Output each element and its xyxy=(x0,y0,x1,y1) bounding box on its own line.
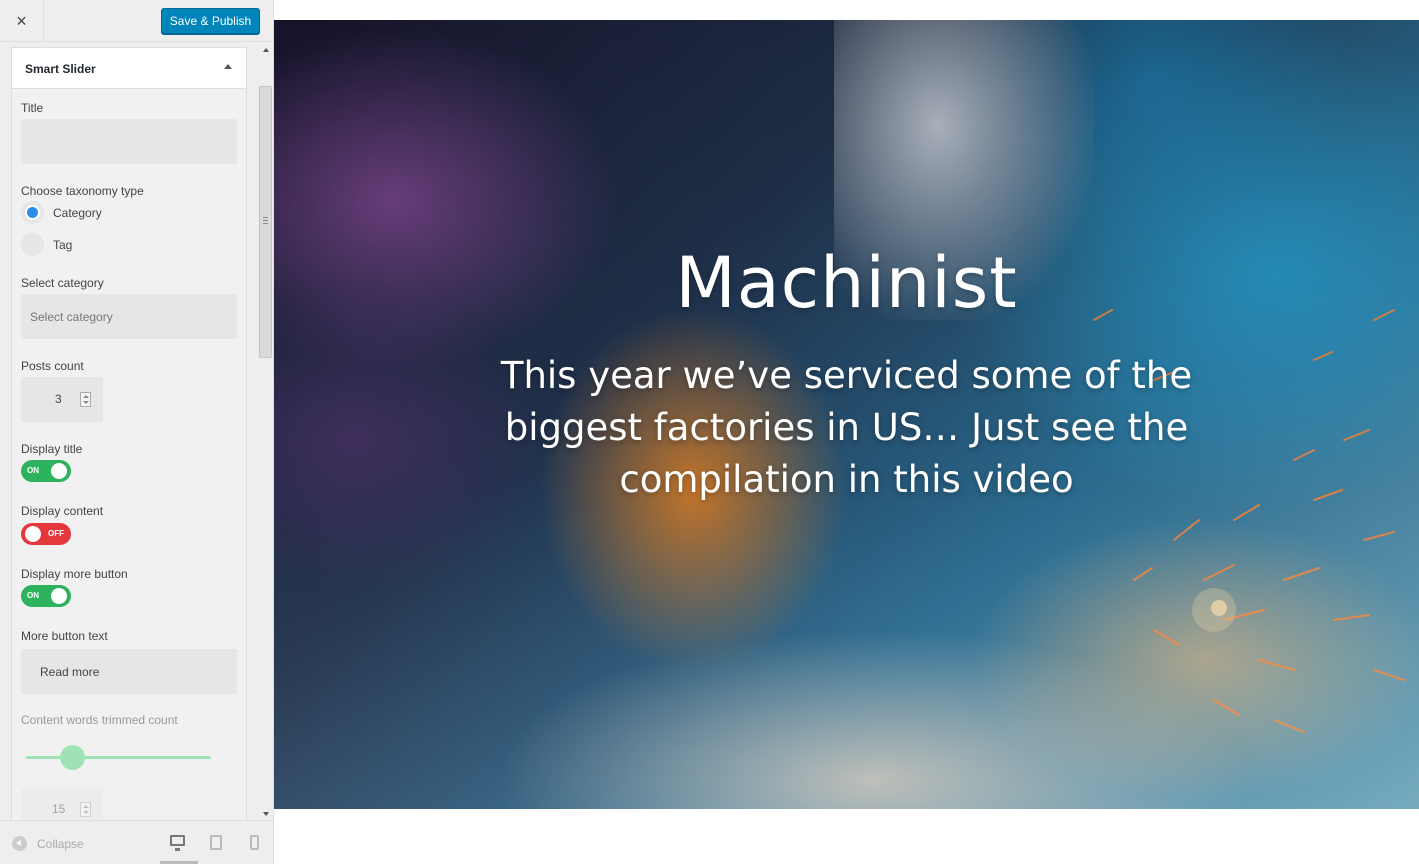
stepper-arrows-icon[interactable] xyxy=(80,392,91,407)
posts-count-value: 3 xyxy=(55,392,62,406)
scroll-down-arrow-icon[interactable] xyxy=(263,812,269,816)
scrollbar-thumb[interactable] xyxy=(259,86,272,358)
category-label: Select category xyxy=(21,276,104,290)
site-preview[interactable]: Machinist This year we’ve serviced some … xyxy=(274,0,1419,864)
scroll-up-arrow-icon[interactable] xyxy=(263,48,269,52)
collapse-arrow-icon xyxy=(12,836,27,851)
trim-count-slider-handle[interactable] xyxy=(59,745,85,770)
category-select[interactable]: Select category xyxy=(21,294,237,339)
tablet-preview-icon[interactable] xyxy=(210,835,222,850)
title-input[interactable] xyxy=(21,119,237,164)
panel-header[interactable]: Smart Slider xyxy=(12,48,246,89)
grip-icon xyxy=(263,217,268,224)
radio-category-label: Category xyxy=(53,206,102,220)
title-label: Title xyxy=(21,101,44,115)
toggle-knob xyxy=(51,588,67,604)
radio-tag-label: Tag xyxy=(53,238,73,252)
customizer-footer: Collapse xyxy=(0,820,273,864)
customizer-sidebar: × Save & Publish Smart Slider Title Choo… xyxy=(0,0,274,864)
display-more-button-label: Display more button xyxy=(21,567,128,581)
display-title-label: Display title xyxy=(21,442,83,456)
display-title-toggle[interactable]: ON xyxy=(21,460,71,482)
posts-count-stepper[interactable]: 3 xyxy=(21,377,103,422)
collapse-button[interactable]: Collapse xyxy=(12,836,84,851)
toggle-state-text: ON xyxy=(27,591,39,600)
hero-title: Machinist xyxy=(675,242,1018,324)
toggle-state-text: OFF xyxy=(48,529,64,538)
posts-count-label: Posts count xyxy=(21,359,84,373)
collapse-arrow-icon[interactable] xyxy=(224,64,232,69)
collapse-label: Collapse xyxy=(37,836,84,851)
radio-tag[interactable] xyxy=(21,233,44,256)
stepper-arrows-icon[interactable] xyxy=(80,802,91,817)
more-button-text-label: More button text xyxy=(21,629,108,643)
display-content-label: Display content xyxy=(21,504,104,518)
trim-count-value: 15 xyxy=(52,802,66,816)
more-button-text-input[interactable]: Read more xyxy=(21,649,237,694)
display-content-toggle[interactable]: OFF xyxy=(21,523,71,545)
save-publish-button[interactable]: Save & Publish xyxy=(161,8,260,34)
toggle-state-text: ON xyxy=(27,466,39,475)
radio-selected-dot xyxy=(27,207,38,218)
desktop-preview-icon[interactable] xyxy=(170,835,185,851)
trim-count-label: Content words trimmed count xyxy=(21,713,178,727)
hero-text: This year we’ve serviced some of the big… xyxy=(500,354,1193,501)
trim-count-slider-track[interactable] xyxy=(26,756,211,759)
panel-title: Smart Slider xyxy=(25,62,96,76)
close-button[interactable]: × xyxy=(0,0,44,42)
smart-slider-panel: Smart Slider Title Choose taxonomy type … xyxy=(11,47,247,820)
trim-count-stepper[interactable]: 15 xyxy=(21,787,103,820)
toggle-knob xyxy=(25,526,41,542)
radio-category[interactable] xyxy=(21,201,44,224)
display-more-button-toggle[interactable]: ON xyxy=(21,585,71,607)
close-icon: × xyxy=(16,10,27,31)
controls-scroll-area[interactable]: Smart Slider Title Choose taxonomy type … xyxy=(0,42,258,820)
customizer-header: × Save & Publish xyxy=(0,0,273,42)
sidebar-scrollbar[interactable] xyxy=(258,42,273,820)
hero-slide: Machinist This year we’ve serviced some … xyxy=(274,20,1419,809)
taxonomy-label: Choose taxonomy type xyxy=(21,184,144,198)
toggle-knob xyxy=(51,463,67,479)
mobile-preview-icon[interactable] xyxy=(250,835,259,850)
